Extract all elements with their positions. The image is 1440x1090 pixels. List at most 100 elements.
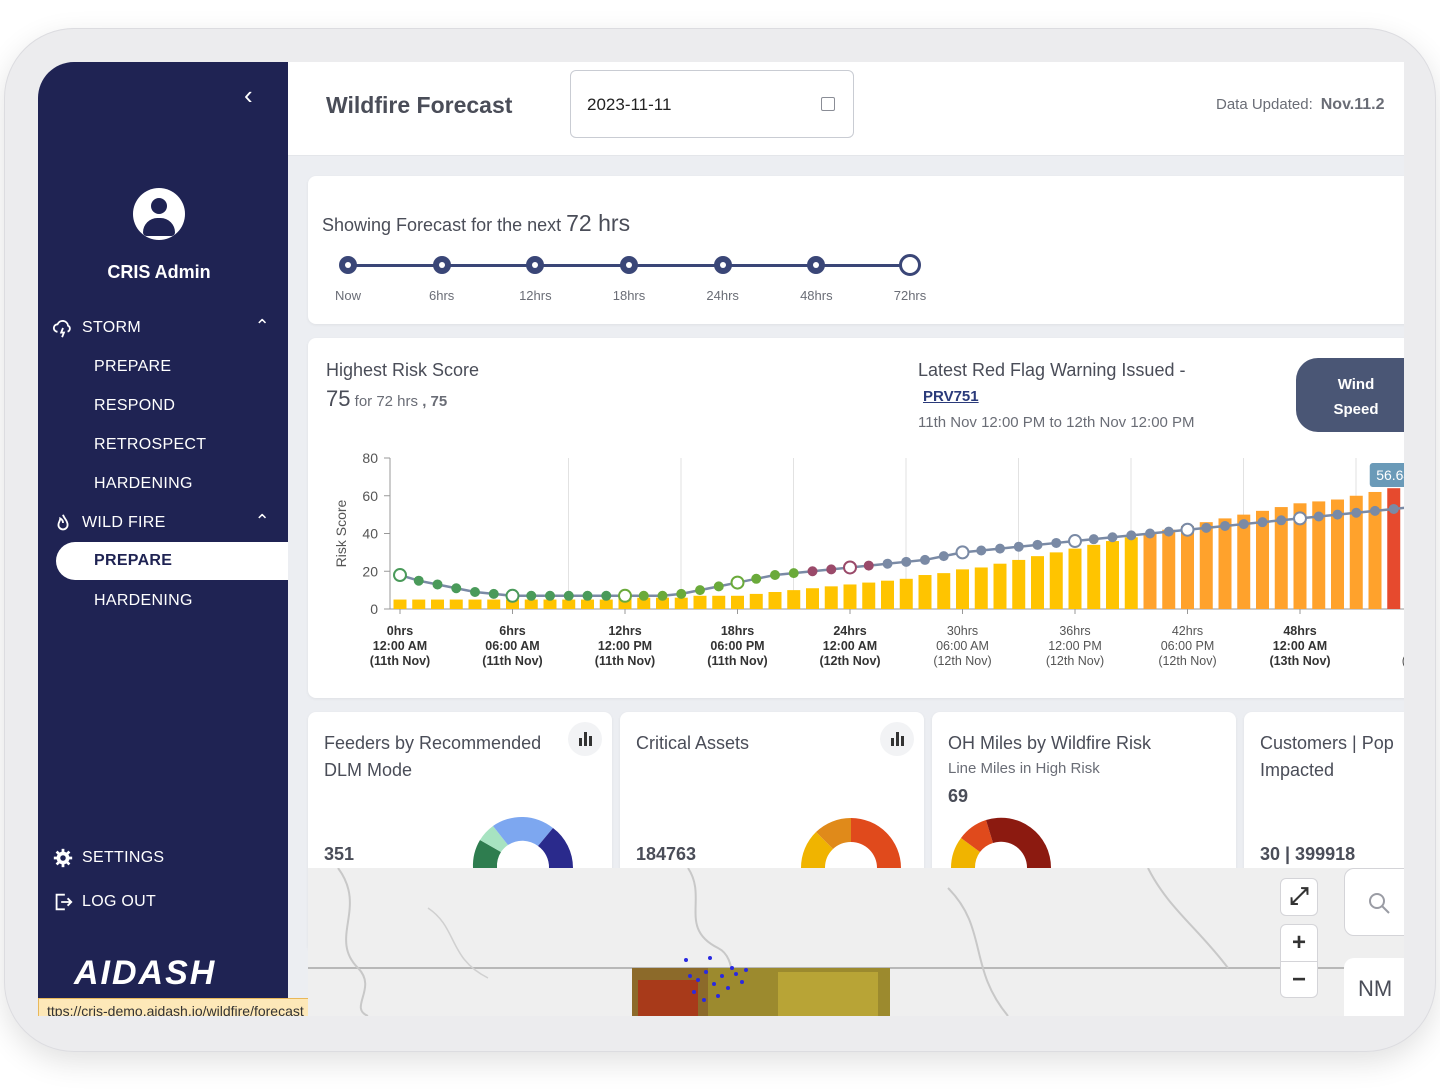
line-point — [393, 568, 407, 583]
line-point — [1107, 532, 1118, 543]
updated-value: Nov.11.2 — [1320, 96, 1385, 113]
line-point — [505, 588, 520, 603]
settings-link[interactable]: SETTINGS — [52, 847, 164, 869]
timeline-step-label: 6hrs — [429, 288, 455, 303]
bar-chart-icon[interactable] — [568, 722, 602, 756]
bar — [1181, 525, 1194, 609]
risk-score-chart: 806040200Risk Score0hrs12:00 AM(11th Nov… — [333, 450, 1404, 668]
line-point — [751, 573, 762, 584]
expand-icon[interactable]: ⤢ — [1281, 879, 1317, 915]
line-point — [901, 556, 912, 567]
x-tick-label: (12th Nov) — [1158, 654, 1216, 668]
wind-speed-button[interactable]: Wind Speed — [1296, 358, 1404, 432]
logout-icon — [55, 893, 73, 911]
line-point — [882, 558, 893, 569]
bar — [749, 593, 763, 609]
bar — [1031, 556, 1044, 609]
fullscreen-control[interactable]: ⤢ — [1280, 878, 1318, 916]
bar — [1087, 544, 1101, 609]
wind-label-2: Speed — [1333, 401, 1379, 418]
line-point — [488, 588, 499, 599]
collapse-sidebar-icon[interactable]: ‹ — [244, 80, 253, 111]
x-tick-label: 12:00 PM — [1048, 639, 1102, 653]
bar — [674, 597, 688, 609]
timeline-step-label: 18hrs — [612, 288, 646, 303]
x-tick-label: 12hrs — [608, 624, 641, 638]
map-view[interactable]: ⤢ + − — [308, 868, 1404, 1016]
bar — [1199, 522, 1213, 609]
zoom-in-button[interactable]: + — [1281, 925, 1317, 961]
nav-item-storm-respond[interactable]: RESPOND — [94, 397, 175, 415]
red-flag-link[interactable]: PRV751 — [923, 388, 979, 405]
bar — [974, 567, 988, 609]
zoom-out-button[interactable]: − — [1281, 961, 1317, 997]
bar — [899, 578, 913, 609]
kpi-title: Critical Assets — [636, 733, 750, 753]
kpi-title-line2: DLM Mode — [324, 760, 413, 780]
line-point — [676, 588, 687, 599]
nav-item-wildfire-prepare[interactable]: PREPARE — [56, 542, 288, 580]
map-search-box[interactable] — [1344, 868, 1404, 936]
nav-group-wildfire[interactable]: WILD FIRE ⌃ — [52, 511, 280, 535]
nav-item-wildfire-hardening[interactable]: HARDENING — [94, 592, 193, 610]
timeline-step-48hrs[interactable] — [807, 256, 826, 274]
line-point — [1163, 526, 1174, 537]
date-picker[interactable]: 2023-11-11 — [570, 70, 854, 138]
bar — [1068, 548, 1082, 609]
line-point — [1032, 539, 1043, 550]
nav-group-storm[interactable]: STORM ⌃ — [52, 316, 280, 340]
timeline-step-18hrs[interactable] — [620, 256, 638, 274]
timeline-step-12hrs[interactable] — [526, 256, 545, 274]
bar — [731, 595, 744, 609]
timeline-step-label: 72hrs — [893, 288, 927, 303]
line-point — [657, 590, 668, 601]
timeline-step-72hrs[interactable] — [899, 254, 921, 276]
timeline-step-now[interactable] — [339, 256, 357, 274]
bar — [806, 588, 819, 609]
x-tick-label: 0hrs — [387, 624, 413, 638]
map-panel-text: NM — [1358, 976, 1393, 1001]
timeline-step-24hrs[interactable] — [713, 256, 732, 274]
x-tick-label: 12:00 PM — [598, 639, 652, 653]
bar — [712, 595, 726, 609]
data-updated: Data Updated: Nov.11.2 — [1216, 96, 1384, 114]
date-value: 2023-11-11 — [587, 95, 672, 114]
x-tick-label: 06:00 AM — [485, 639, 539, 653]
line-point — [955, 545, 970, 560]
x-tick-label: 48hrs — [1283, 624, 1316, 638]
x-tick-label: 18hrs — [721, 624, 754, 638]
kpi-title: Feeders by Recommended DLM Mode — [324, 730, 574, 784]
line-point — [1313, 511, 1324, 522]
timeline-title: Showing Forecast for the next 72 hrs — [322, 210, 630, 237]
nav-item-storm-prepare[interactable]: PREPARE — [94, 358, 171, 376]
x-tick-label: 30hrs — [947, 624, 978, 638]
line-point — [1257, 517, 1268, 528]
bar — [599, 599, 613, 609]
avatar — [133, 188, 185, 240]
highest-risk-score: 75 for 72 hrs , 75 — [326, 386, 447, 412]
y-tick-label: 80 — [362, 450, 378, 466]
bar — [524, 599, 538, 609]
bar-chart-icon[interactable] — [880, 722, 914, 756]
chevron-up-icon[interactable]: ⌃ — [255, 316, 270, 337]
aidash-logo: AIDASH — [74, 954, 217, 992]
bar — [1106, 541, 1119, 609]
chevron-up-icon[interactable]: ⌃ — [255, 511, 270, 532]
line-point — [545, 590, 555, 601]
x-tick-label: (11th Nov) — [482, 654, 542, 668]
timeline-step-label: 12hrs — [519, 288, 552, 303]
donut-segment — [986, 817, 1052, 868]
line-point — [1332, 509, 1343, 520]
x-tick-label: 42hrs — [1172, 624, 1203, 638]
y-tick-label: 60 — [362, 488, 378, 504]
calendar-icon[interactable] — [821, 97, 835, 111]
timeline-step-6hrs[interactable] — [432, 256, 451, 274]
timeline-title-prefix: Showing Forecast for the next — [322, 215, 562, 235]
nav-item-storm-hardening[interactable]: HARDENING — [94, 475, 193, 493]
nav-item-storm-retrospect[interactable]: RETROSPECT — [94, 436, 206, 454]
line-point — [938, 551, 949, 562]
line-point — [1180, 522, 1195, 537]
line-point — [826, 564, 837, 575]
x-tick-label: 6hrs — [499, 624, 525, 638]
logout-link[interactable]: LOG OUT — [52, 891, 156, 913]
